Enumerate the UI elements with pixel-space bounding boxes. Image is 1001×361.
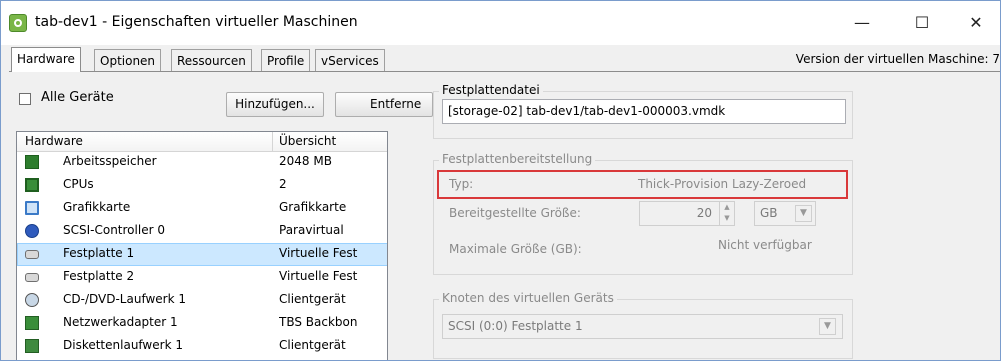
device-node-select[interactable]: SCSI (0:0) Festplatte 1 <box>442 314 843 339</box>
maximize-button[interactable]: ☐ <box>899 9 945 37</box>
tab-resources[interactable]: Ressourcen <box>171 49 252 71</box>
row-value: 2048 MB <box>279 154 332 168</box>
provisioning-group-title: Festplattenbereitstellung <box>439 152 596 166</box>
chevron-down-icon[interactable]: ▼ <box>819 318 836 335</box>
hardware-row-video[interactable]: Grafikkarte Grafikkarte <box>17 197 387 220</box>
cpu-icon <box>25 178 39 192</box>
hardware-row-memory[interactable]: Arbeitsspeicher 2048 MB <box>17 151 387 174</box>
row-name: CPUs <box>63 177 94 191</box>
provisioned-size-label: Bereitgestellte Größe: <box>449 206 581 220</box>
add-hardware-button[interactable]: Hinzufügen... <box>226 92 324 117</box>
row-name: Arbeitsspeicher <box>63 154 157 168</box>
disk-file-field[interactable]: [storage-02] tab-dev1/tab-dev1-000003.vm… <box>442 99 846 124</box>
column-hardware[interactable]: Hardware <box>25 134 83 148</box>
device-node-group-title: Knoten des virtuellen Geräts <box>439 291 617 305</box>
title-bar[interactable]: tab-dev1 - Eigenschaften virtueller Masc… <box>1 1 1000 45</box>
hard-disk-icon <box>25 273 39 282</box>
tab-vservices[interactable]: vServices <box>315 49 385 71</box>
row-value: Virtuelle Fest <box>279 269 358 283</box>
chevron-down-icon[interactable]: ▼ <box>795 205 812 222</box>
row-value: Clientgerät <box>279 292 346 306</box>
all-devices-label: Alle Geräte <box>41 90 114 105</box>
row-value: Paravirtual <box>279 223 344 237</box>
row-value: 2 <box>279 177 287 191</box>
hardware-row-floppy[interactable]: Diskettenlaufwerk 1 Clientgerät <box>17 335 387 358</box>
hardware-row-cpus[interactable]: CPUs 2 <box>17 174 387 197</box>
hardware-row-network[interactable]: Netzwerkadapter 1 TBS Backbon <box>17 312 387 335</box>
row-name: Festplatte 2 <box>63 269 135 283</box>
close-button[interactable]: ✕ <box>953 9 999 37</box>
hardware-row-disk1[interactable]: Festplatte 1 Virtuelle Fest <box>17 243 387 266</box>
vm-app-icon <box>9 14 27 32</box>
video-card-icon <box>25 201 39 215</box>
tab-hardware[interactable]: Hardware <box>11 47 81 72</box>
hardware-list[interactable]: Hardware Übersicht Arbeitsspeicher 2048 … <box>16 131 388 360</box>
hardware-row-scsi[interactable]: SCSI-Controller 0 Paravirtual <box>17 220 387 243</box>
hardware-row-cddvd[interactable]: CD-/DVD-Laufwerk 1 Clientgerät <box>17 289 387 312</box>
row-value: Clientgerät <box>279 338 346 352</box>
disk-file-group-title: Festplattendatei <box>439 83 543 97</box>
row-name: Festplatte 1 <box>63 246 135 260</box>
row-value: TBS Backbon <box>279 315 358 329</box>
hardware-row-disk2[interactable]: Festplatte 2 Virtuelle Fest <box>17 266 387 289</box>
row-name: Grafikkarte <box>63 200 131 214</box>
highlight-box <box>437 170 848 199</box>
vm-version-label: Version der virtuellen Maschine: 7 <box>795 52 1000 66</box>
row-value: Grafikkarte <box>279 200 347 214</box>
remove-hardware-button[interactable]: Entferne <box>335 92 433 117</box>
minimize-button[interactable]: — <box>839 9 885 37</box>
row-name: Netzwerkadapter 1 <box>63 315 178 329</box>
row-name: Diskettenlaufwerk 1 <box>63 338 183 352</box>
properties-window: tab-dev1 - Eigenschaften virtueller Masc… <box>0 0 1001 361</box>
max-size-value: Nicht verfügbar <box>718 238 812 252</box>
tab-options[interactable]: Optionen <box>94 49 162 71</box>
size-spinner[interactable]: ▲ ▼ <box>719 201 735 226</box>
all-devices-checkbox[interactable] <box>19 93 31 105</box>
window-title: tab-dev1 - Eigenschaften virtueller Masc… <box>35 14 358 30</box>
network-adapter-icon <box>25 316 39 330</box>
row-name: CD-/DVD-Laufwerk 1 <box>63 292 186 306</box>
row-value: Virtuelle Fest <box>279 246 358 260</box>
hard-disk-icon <box>25 250 39 259</box>
column-separator <box>272 132 273 151</box>
hardware-list-header: Hardware Übersicht <box>17 132 387 152</box>
cd-dvd-icon <box>25 293 39 307</box>
tab-profiles[interactable]: Profile <box>261 49 311 71</box>
row-name: SCSI-Controller 0 <box>63 223 165 237</box>
floppy-icon <box>25 339 39 353</box>
memory-icon <box>25 155 39 169</box>
column-summary[interactable]: Übersicht <box>279 134 336 148</box>
scsi-controller-icon <box>25 224 39 238</box>
max-size-label: Maximale Größe (GB): <box>449 242 582 256</box>
